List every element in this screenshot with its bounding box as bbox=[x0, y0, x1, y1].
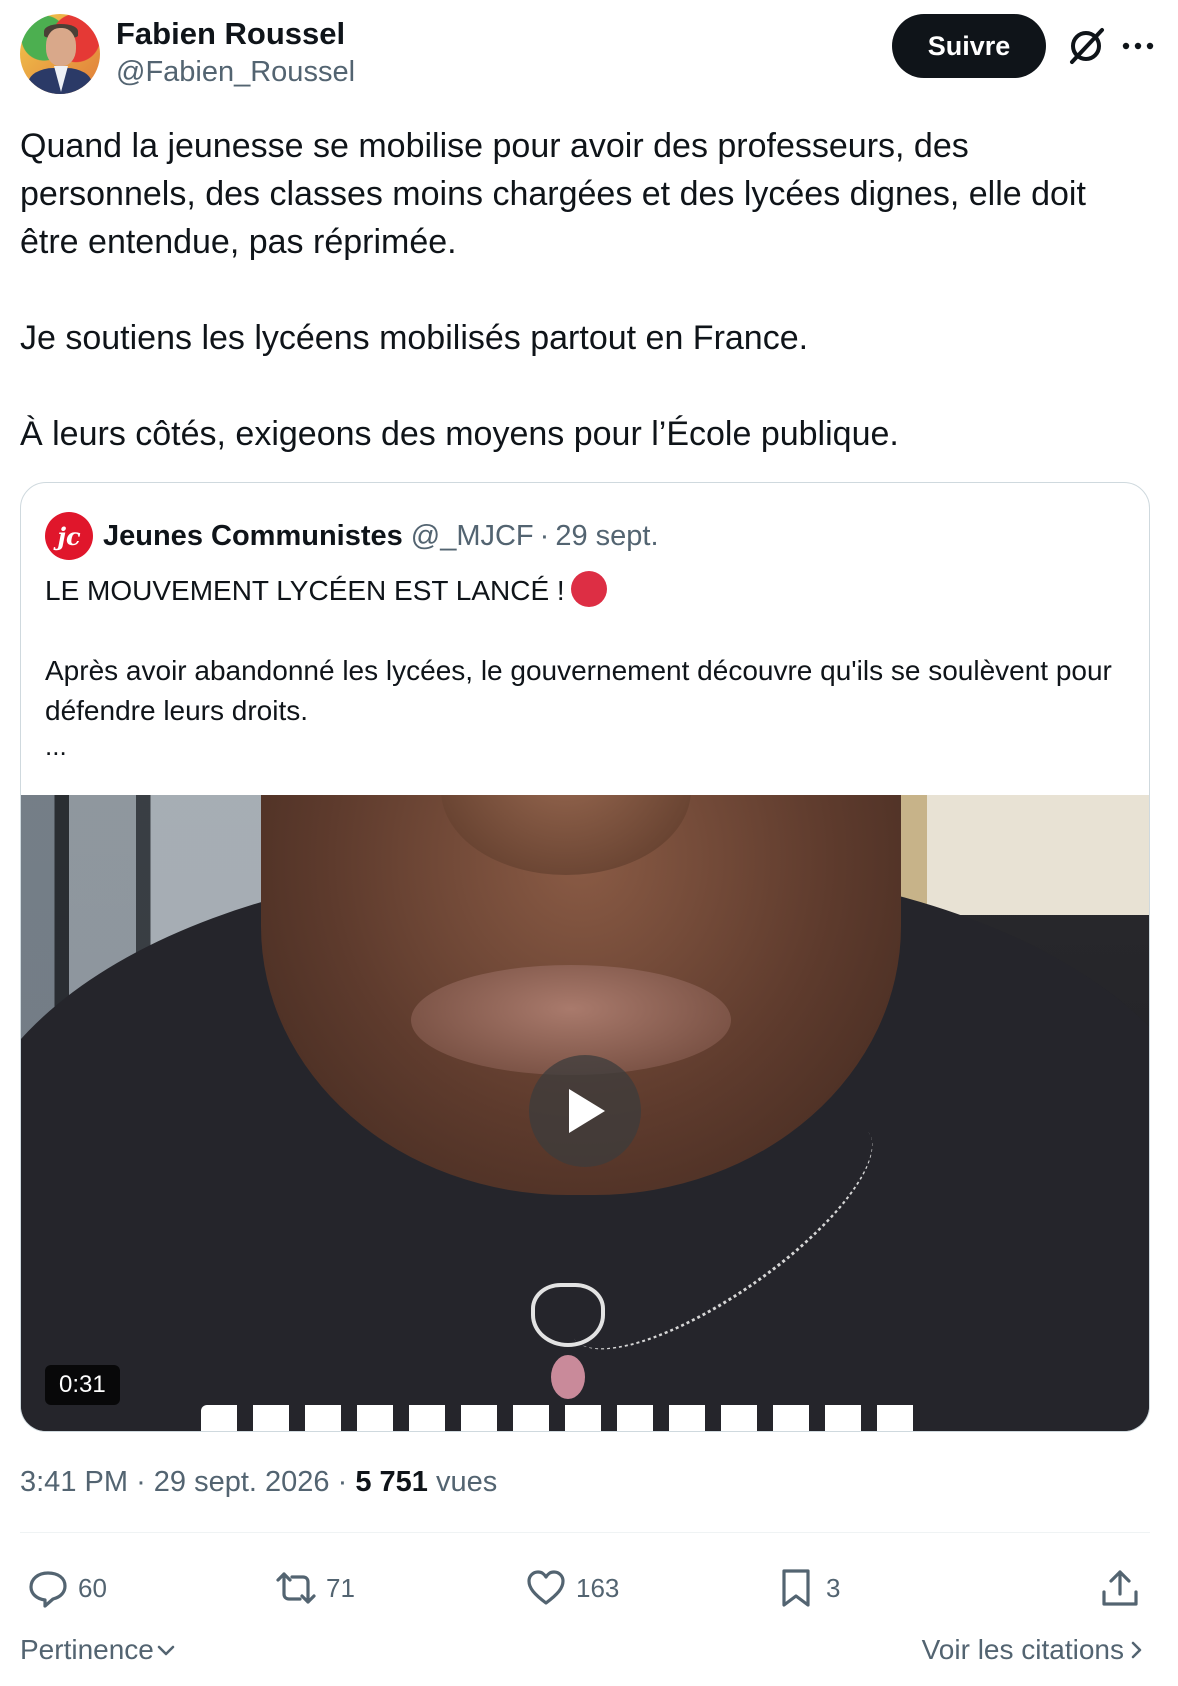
quoted-paragraph: Après avoir abandonné les lycées, le gou… bbox=[45, 655, 1112, 726]
repost-count: 71 bbox=[326, 1572, 355, 1603]
video-duration: 0:31 bbox=[45, 1365, 120, 1405]
tweet-date[interactable]: 29 sept. 2026 bbox=[154, 1466, 330, 1498]
bookmark-count: 3 bbox=[826, 1572, 841, 1603]
reply-count: 60 bbox=[78, 1572, 107, 1603]
chevron-down-icon bbox=[157, 1645, 175, 1656]
separator-dot: · bbox=[337, 1466, 348, 1498]
avatar-face bbox=[46, 28, 76, 66]
view-quotes-link[interactable]: Voir les citations bbox=[922, 1634, 1148, 1666]
tweet-paragraph: Je soutiens les lycéens mobilisés partou… bbox=[20, 319, 809, 357]
reply-button[interactable]: 60 bbox=[26, 1560, 107, 1616]
repost-icon bbox=[276, 1572, 316, 1604]
quoted-headline: LE MOUVEMENT LYCÉEN EST LANCÉ ! bbox=[45, 575, 565, 606]
views-label: vues bbox=[436, 1466, 498, 1498]
view-quotes-label: Voir les citations bbox=[921, 1634, 1124, 1665]
red-circle-emoji bbox=[570, 571, 607, 607]
quoted-author-handle: @_MJCF bbox=[410, 519, 534, 552]
tweet-header: Fabien Roussel @Fabien_Roussel Suivre bbox=[20, 14, 1160, 94]
tweet-paragraph: À leurs côtés, exigeons des moyens pour … bbox=[20, 415, 899, 453]
share-button[interactable] bbox=[1098, 1560, 1150, 1616]
repost-button[interactable]: 71 bbox=[274, 1560, 355, 1616]
quoted-tweet-text: LE MOUVEMENT LYCÉEN EST LANCÉ ! Après av… bbox=[45, 571, 1125, 761]
play-icon bbox=[569, 1089, 605, 1133]
heart-pendant bbox=[531, 1283, 605, 1347]
follow-button[interactable]: Suivre bbox=[892, 14, 1046, 78]
tweet-text: Quand la jeunesse se mobilise pour avoir… bbox=[20, 122, 1150, 458]
bookmark-icon bbox=[782, 1569, 810, 1607]
quoted-tweet-date: 29 sept. bbox=[555, 519, 659, 552]
like-icon bbox=[527, 1570, 565, 1605]
more-icon[interactable] bbox=[1118, 28, 1158, 64]
divider bbox=[20, 1532, 1150, 1533]
sort-label: Pertinence bbox=[20, 1634, 154, 1665]
action-bar: 60 71 163 3 bbox=[20, 1560, 1150, 1616]
like-count: 163 bbox=[576, 1572, 620, 1603]
share-icon bbox=[1102, 1570, 1138, 1606]
separator-dot: · bbox=[136, 1466, 146, 1498]
quoted-ellipsis: ... bbox=[45, 731, 67, 761]
grok-icon[interactable] bbox=[1064, 24, 1108, 68]
video-caption-partial bbox=[201, 1405, 921, 1431]
views-count: 5 751 bbox=[355, 1466, 428, 1498]
quoted-tweet-header: jc Jeunes Communistes @_MJCF · 29 sept. bbox=[45, 511, 659, 561]
author-name[interactable]: Fabien Roussel bbox=[116, 16, 345, 52]
play-button[interactable] bbox=[529, 1055, 641, 1167]
bookmark-button[interactable]: 3 bbox=[774, 1560, 840, 1616]
author-avatar[interactable] bbox=[20, 14, 100, 94]
sort-dropdown[interactable]: Pertinence bbox=[20, 1634, 178, 1666]
video-thumbnail[interactable]: 0:31 bbox=[21, 795, 1149, 1431]
tweet-time[interactable]: 3:41 PM bbox=[20, 1466, 128, 1498]
tweet-paragraph: Quand la jeunesse se mobilise pour avoir… bbox=[20, 127, 1086, 261]
separator-dot: · bbox=[539, 519, 550, 552]
pink-charm bbox=[551, 1355, 585, 1399]
tweet-meta: 3:41 PM · 29 sept. 2026 · 5 751 vues bbox=[20, 1466, 497, 1499]
chevron-right-icon bbox=[1131, 1641, 1142, 1659]
like-button[interactable]: 163 bbox=[524, 1560, 619, 1616]
quoted-author-avatar[interactable]: jc bbox=[45, 512, 93, 560]
author-handle[interactable]: @Fabien_Roussel bbox=[116, 56, 355, 89]
quoted-tweet[interactable]: jc Jeunes Communistes @_MJCF · 29 sept. … bbox=[20, 482, 1150, 1432]
quoted-author-name[interactable]: Jeunes Communistes bbox=[103, 520, 403, 553]
reply-icon bbox=[29, 1571, 67, 1608]
